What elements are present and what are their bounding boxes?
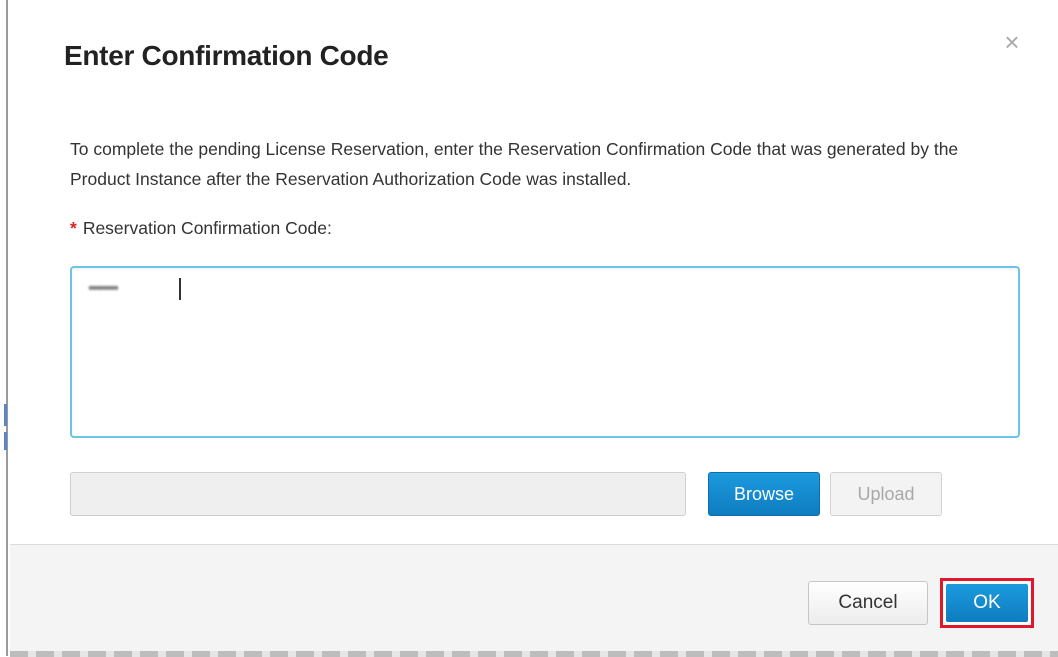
field-label: * Reservation Confirmation Code: [70,218,332,239]
background-window-marker [4,432,7,450]
browse-button[interactable]: Browse [708,472,820,516]
confirmation-code-dialog: Enter Confirmation Code × To complete th… [10,0,1058,657]
dialog-description: To complete the pending License Reservat… [70,139,959,189]
required-marker: * [70,218,77,238]
dialog-title: Enter Confirmation Code [64,40,389,71]
ok-button-highlight: OK [940,578,1034,628]
background-window-edge [6,0,8,656]
cancel-button[interactable]: Cancel [808,581,928,625]
text-caret [179,278,181,300]
file-path-field[interactable] [70,472,686,516]
upload-button: Upload [830,472,942,516]
field-label-text: Reservation Confirmation Code: [82,218,332,238]
confirmation-code-value: •••••••• [88,280,119,297]
dialog-footer: Cancel OK [10,544,1058,657]
confirmation-code-textarea[interactable]: •••••••• [70,266,1020,438]
background-window-marker [4,404,7,426]
ok-button[interactable]: OK [946,584,1028,622]
background-page-strip [10,651,1058,657]
close-icon[interactable]: × [1000,29,1024,55]
